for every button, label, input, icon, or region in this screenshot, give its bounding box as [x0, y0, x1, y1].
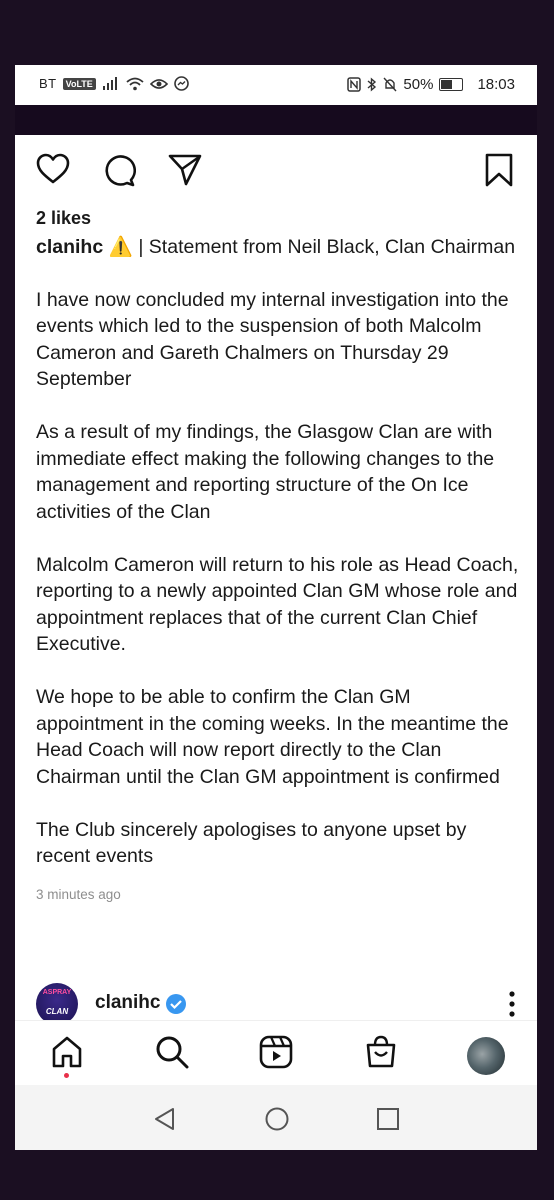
more-options-icon[interactable]: [509, 991, 515, 1017]
notification-dot: [64, 1073, 69, 1078]
next-post-username[interactable]: clanihc: [95, 992, 160, 1014]
top-dark-band: [15, 105, 537, 135]
bookmark-icon[interactable]: [485, 153, 513, 187]
caption-paragraph: We hope to be able to confirm the Clan G…: [36, 686, 509, 788]
post-timestamp: 3 minutes ago: [36, 887, 121, 902]
reels-icon[interactable]: [259, 1035, 293, 1069]
home-circle-icon[interactable]: [265, 1107, 289, 1131]
verified-badge-icon: [166, 994, 186, 1014]
avatar-text-bottom: CLAN: [45, 1007, 69, 1016]
bluetooth-icon: [367, 77, 377, 92]
caption-paragraph: I have now concluded my internal investi…: [36, 288, 509, 391]
nfc-icon: [347, 77, 362, 92]
next-post-avatar[interactable]: ASPRAY CLAN: [36, 983, 78, 1025]
home-icon[interactable]: [51, 1035, 83, 1069]
back-triangle-icon[interactable]: [153, 1107, 177, 1131]
recents-square-icon[interactable]: [376, 1107, 400, 1131]
likes-count[interactable]: 2 likes: [36, 205, 520, 232]
post-caption: 2 likes clanihc ⚠️ | Statement from Neil…: [36, 205, 520, 909]
caption-paragraph: The Club sincerely apologises to anyone …: [36, 818, 467, 868]
caption-heading: clanihc ⚠️ | Statement from Neil Black, …: [36, 234, 520, 261]
search-icon[interactable]: [155, 1035, 189, 1069]
phone-screen: BT VoLTE 50% 18:03 2 likes clanihc ⚠️ | …: [15, 65, 537, 1150]
caption-paragraph: Malcolm Cameron will return to his role …: [36, 553, 519, 656]
system-navigation-bar: [15, 1085, 537, 1150]
caption-username[interactable]: clanihc: [36, 236, 103, 258]
battery-icon: [439, 78, 464, 91]
wifi-icon: [126, 77, 144, 90]
volte-badge: VoLTE: [62, 77, 96, 90]
status-bar: BT VoLTE 50% 18:03: [15, 65, 537, 105]
profile-avatar[interactable]: [467, 1037, 505, 1075]
carrier-label: BT: [39, 76, 57, 91]
avatar-text-top: ASPRAY: [42, 989, 72, 996]
clock: 18:03: [477, 76, 515, 93]
send-icon[interactable]: [168, 153, 202, 187]
next-post-header: ASPRAY CLAN clanihc: [15, 983, 537, 1025]
shop-icon[interactable]: [365, 1035, 397, 1069]
caption-paragraph: As a result of my findings, the Glasgow …: [36, 421, 495, 523]
caption-title: ⚠️ | Statement from Neil Black, Clan Cha…: [108, 235, 516, 258]
heart-icon[interactable]: [36, 153, 70, 185]
bottom-navigation: [15, 1020, 537, 1081]
post-action-bar: [15, 147, 537, 187]
comment-icon[interactable]: [102, 153, 136, 187]
messenger-icon: [173, 76, 189, 91]
eye-icon: [149, 78, 168, 89]
signal-icon: [102, 76, 117, 90]
mute-bell-icon: [383, 77, 397, 92]
battery-percent: 50%: [403, 76, 434, 93]
